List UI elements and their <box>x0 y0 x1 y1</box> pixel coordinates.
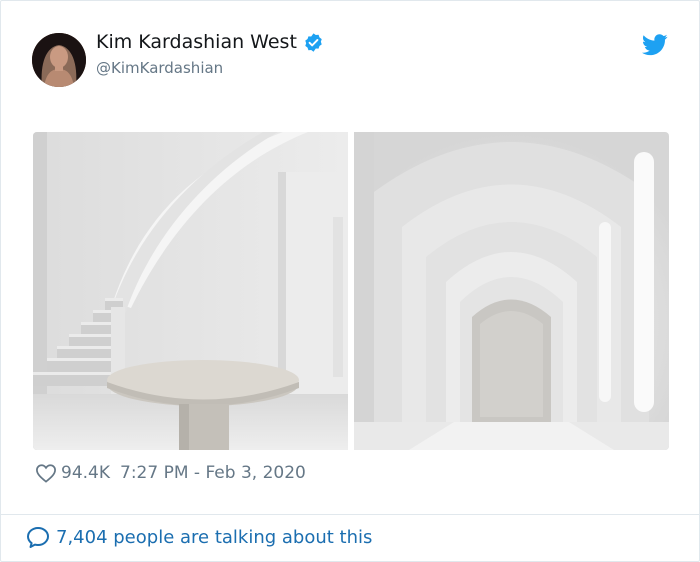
staircase-photo[interactable] <box>33 132 348 450</box>
tweet-meta: 94.4K 7:27 PM - Feb 3, 2020 <box>35 463 306 483</box>
divider <box>1 514 699 515</box>
timestamp[interactable]: 7:27 PM - Feb 3, 2020 <box>120 463 306 483</box>
like-count[interactable]: 94.4K <box>61 463 110 483</box>
twitter-bird-icon[interactable] <box>642 34 668 56</box>
author-handle[interactable]: @KimKardashian <box>96 59 223 77</box>
verified-badge-icon <box>305 32 322 52</box>
profile-photo <box>32 33 86 87</box>
avatar[interactable] <box>32 33 86 87</box>
speech-bubble-icon <box>27 527 49 548</box>
heart-icon[interactable] <box>35 463 57 483</box>
author-name-row[interactable]: Kim Kardashian West <box>96 31 324 53</box>
media-grid <box>33 132 669 450</box>
display-name[interactable]: Kim Kardashian West <box>96 31 297 53</box>
tweet-card: Kim Kardashian West @KimKardashian 94.4K… <box>0 0 700 562</box>
arched-hallway-photo[interactable] <box>354 132 669 450</box>
conversation-label[interactable]: 7,404 people are talking about this <box>56 527 372 548</box>
conversation-link[interactable]: 7,404 people are talking about this <box>26 526 372 549</box>
